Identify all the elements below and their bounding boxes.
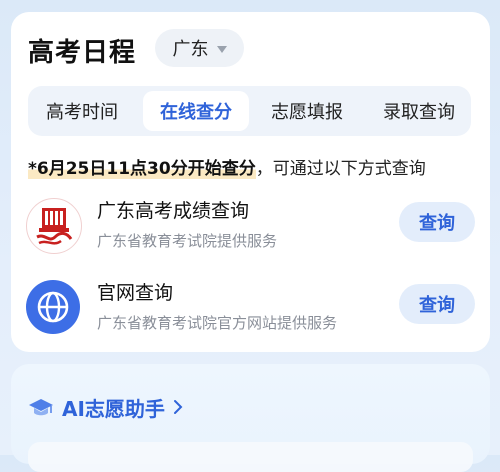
notice-text: ，可通过以下方式查询 [255, 159, 426, 179]
graduation-cap-icon [28, 397, 54, 419]
ai-assistant-card[interactable]: AI志愿助手 [11, 364, 490, 472]
exam-institute-logo-icon [26, 198, 82, 254]
tab-label: 录取查询 [383, 102, 455, 123]
service-row[interactable]: 官网查询 广东省教育考试院官方网站提供服务 查询 [11, 280, 490, 352]
chevron-right-icon [173, 396, 183, 420]
region-label: 广东 [172, 39, 209, 60]
tab-label: 高考时间 [46, 102, 118, 123]
caret-down-icon [216, 45, 227, 53]
ai-assistant-link[interactable]: AI志愿助手 [28, 393, 183, 422]
tab-application[interactable]: 志愿填报 [257, 86, 357, 136]
tab-exam-time[interactable]: 高考时间 [32, 86, 132, 136]
assistant-content-panel [28, 442, 473, 472]
query-button[interactable]: 查询 [399, 202, 475, 242]
tab-online-score[interactable]: 在线查分 [143, 91, 249, 131]
exam-schedule-card: 高考日程 广东 高考时间 在线查分 志愿填报 录取查询 *6月25日11点30分… [11, 12, 490, 352]
page-title: 高考日程 [28, 38, 137, 68]
query-button[interactable]: 查询 [399, 284, 475, 324]
tab-admission-query[interactable]: 录取查询 [369, 86, 469, 136]
service-subtitle: 广东省教育考试院官方网站提供服务 [97, 314, 338, 332]
service-name: 官网查询 [97, 282, 174, 304]
score-notice: *6月25日11点30分开始查分，可通过以下方式查询 [28, 154, 426, 179]
tab-bar: 高考时间 在线查分 志愿填报 录取查询 [28, 86, 471, 136]
tab-label: 志愿填报 [271, 102, 343, 123]
tab-label: 在线查分 [160, 102, 232, 123]
notice-highlight: *6月25日11点30分开始查分 [28, 159, 256, 179]
globe-icon [26, 280, 80, 334]
region-selector[interactable]: 广东 [155, 29, 244, 67]
service-subtitle: 广东省教育考试院提供服务 [97, 232, 278, 250]
service-name: 广东高考成绩查询 [97, 200, 250, 222]
ai-assistant-title: AI志愿助手 [62, 397, 165, 421]
service-row[interactable]: 广东高考成绩查询 广东省教育考试院提供服务 查询 [11, 198, 490, 270]
